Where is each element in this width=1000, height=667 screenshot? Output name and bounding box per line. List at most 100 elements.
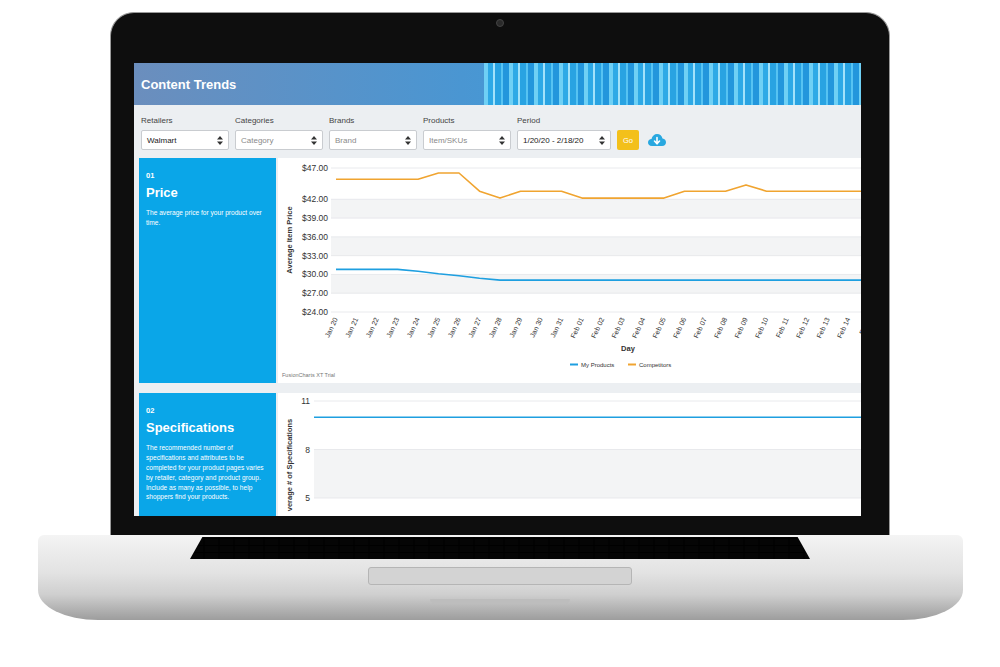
line-chart: $47.00$42.00$39.00$36.00$33.00$30.00$27.… [278,158,861,383]
legend-label: My Products [581,362,614,368]
series-line [336,269,861,280]
y-tick-label: 11 [301,396,310,406]
grid-line [314,449,861,450]
chart-area: $47.00$42.00$39.00$36.00$33.00$30.00$27.… [278,158,861,383]
y-tick-label: $39.00 [302,213,328,223]
filter-select[interactable]: Category [235,130,323,150]
filter-field: Products Item/SKUs [423,116,511,150]
x-tick-label: Jan 31 [549,316,564,338]
dashboard-screen: Content TrendsRetailersWalmartCategories… [134,63,861,516]
x-tick-label: Feb 03 [610,316,626,339]
updown-arrow-icon [599,136,605,145]
y-tick-label: 5 [305,493,310,503]
y-tick-label: $47.00 [302,163,328,173]
x-tick-label: Feb 05 [651,316,667,339]
camera-icon [496,19,504,27]
card-title: Price [146,185,269,200]
card-number: 02 [146,406,269,415]
y-tick-label: 8 [305,445,310,455]
x-tick-label: Jan 22 [365,316,380,338]
grid-line [331,312,861,313]
x-tick-label: Feb 02 [590,316,606,339]
trackpad [368,567,632,585]
filter-select[interactable]: Item/SKUs [423,130,511,150]
x-tick-label: Feb 12 [795,316,811,339]
legend-item: My Products [570,362,614,368]
grid-band [331,274,861,293]
cloud-download-icon[interactable] [647,132,667,148]
card-title: Specifications [146,420,269,435]
legend-swatch [628,364,636,366]
filter-value: 1/20/20 - 2/18/20 [523,136,584,145]
grid-line [331,236,861,237]
updown-arrow-icon [217,136,223,145]
card-list: 01PriceThe average price for your produc… [134,158,861,516]
filter-value: Brand [335,136,356,145]
base-lip [430,599,570,604]
x-tick-label: Feb 06 [672,316,688,339]
line-chart: 11 8 5 verage # of Specifications [278,393,861,516]
y-tick-label: $42.00 [302,194,328,204]
series-line [314,416,861,418]
x-tick-label: Feb 11 [775,316,790,338]
x-tick-label: Jan 30 [529,316,544,338]
x-tick-label: Jan 26 [447,316,462,338]
filter-select[interactable]: Walmart [141,130,229,150]
grid-line [331,199,861,200]
filter-select[interactable]: 1/20/20 - 2/18/20 [517,130,611,150]
laptop-screen-bezel: Content TrendsRetailersWalmartCategories… [110,12,890,535]
grid-band [314,450,861,499]
chart-watermark: FusionCharts XT Trial [282,372,335,378]
filter-field: Period 1/20/20 - 2/18/20 [517,116,611,150]
filter-label: Period [517,116,611,125]
y-tick-label: $24.00 [302,307,328,317]
x-tick-label: Jan 23 [385,316,400,338]
x-tick-label: Jan 29 [508,316,523,338]
series-line [336,173,861,198]
filter-field: Categories Category [235,116,323,150]
x-tick-label: Jan 20 [324,316,339,338]
filter-label: Products [423,116,511,125]
filter-label: Brands [329,116,417,125]
filter-label: Categories [235,116,323,125]
x-tick-label: Feb 04 [631,316,647,339]
grid-line [314,498,861,499]
x-tick-label: Jan 24 [406,316,421,338]
x-tick-label: Feb 01 [569,316,585,339]
x-tick-label: Jan 28 [488,316,503,338]
go-button[interactable]: Go [617,130,639,150]
grid-line [331,218,861,219]
legend-label: Competitors [639,362,671,368]
y-tick-label: $33.00 [302,251,328,261]
y-tick-label: $27.00 [302,288,328,298]
legend-swatch [570,364,578,366]
x-tick-label: Feb 09 [733,316,749,339]
chart-area: 11 8 5 verage # of Specifications [278,393,861,516]
x-tick-label: Feb 08 [713,316,729,339]
header-bar: Content Trends [134,63,861,105]
y-axis-title: Average Item Price [285,206,294,273]
updown-arrow-icon [405,136,411,145]
updown-arrow-icon [311,136,317,145]
x-axis-title: Day [621,344,636,353]
card-info-panel: 01PriceThe average price for your produc… [139,158,276,383]
grid-line [331,255,861,256]
y-tick-label: $36.00 [302,232,328,242]
filter-field: RetailersWalmart [141,116,229,150]
grid-band [331,237,861,256]
grid-line [331,274,861,275]
x-tick-label: Feb 13 [815,316,831,339]
x-tick-label: Feb 10 [754,316,770,339]
filter-select[interactable]: Brand [329,130,417,150]
x-tick-label: Jan 27 [467,316,482,338]
filter-value: Item/SKUs [429,136,467,145]
card-description: The recommended number of specifications… [146,443,269,502]
grid-line [331,293,861,294]
filter-field: Brands Brand [329,116,417,150]
trend-card: 02 Specifications The recommended number o… [139,393,861,516]
card-number: 01 [146,171,269,180]
y-axis-title: verage # of Specifications [285,419,294,512]
filter-value: Category [241,136,273,145]
header-stripes [484,63,861,105]
x-tick-label: Feb 14 [836,316,852,339]
